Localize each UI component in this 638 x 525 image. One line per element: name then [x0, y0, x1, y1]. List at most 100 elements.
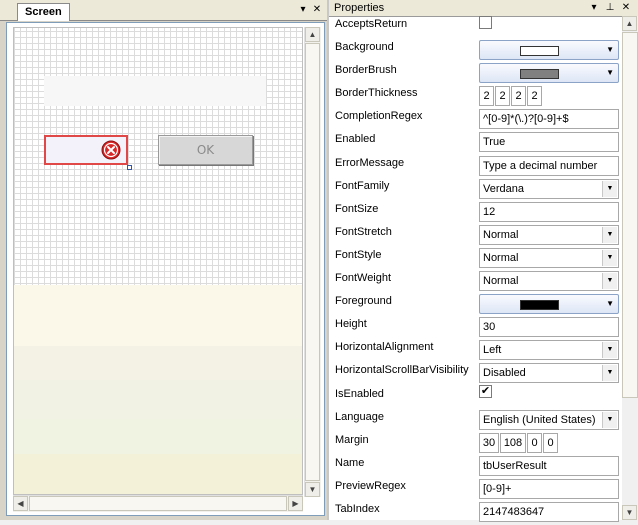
chevron-down-icon[interactable]: ▼ [602, 273, 617, 290]
scroll-down-icon[interactable]: ▼ [622, 505, 637, 520]
enabled-field[interactable]: True [479, 132, 619, 153]
scroll-up-icon[interactable]: ▲ [622, 16, 637, 31]
margin-left-field[interactable]: 30 [479, 432, 499, 453]
margin-bottom-field[interactable]: 0 [543, 432, 558, 453]
margin-top-field[interactable]: 108 [500, 432, 526, 453]
screen-tabstrip: Screen ▾ ✕ [0, 0, 327, 21]
fontstyle-value: Normal [483, 251, 519, 264]
fontweight-value: Normal [483, 275, 519, 288]
acceptsreturn-checkbox[interactable] [479, 16, 492, 29]
property-label: BorderThickness [335, 87, 418, 100]
borderthickness-bottom-field[interactable]: 2 [527, 86, 542, 107]
name-field[interactable]: tbUserResult [479, 455, 619, 476]
borderbrush-color-picker[interactable]: ▼ [479, 63, 619, 84]
borderthickness-right-field[interactable]: 2 [511, 86, 526, 107]
property-label: Enabled [335, 133, 376, 146]
chevron-down-icon: ▼ [606, 45, 614, 55]
horizontalalignment-value: Left [483, 344, 502, 357]
tab-screen[interactable]: Screen [17, 3, 70, 21]
property-row-previewregex: PreviewRegex [0-9]+ [329, 478, 622, 502]
margin-fields: 30 108 0 0 [479, 432, 559, 453]
pin-icon[interactable]: ⊥ [604, 1, 616, 14]
pane-dropdown-icon[interactable]: ▾ [297, 3, 309, 16]
fontstretch-value: Normal [483, 228, 519, 241]
tabindex-field[interactable]: 2147483647 [479, 501, 619, 522]
property-row-borderthickness: BorderThickness 2222 [329, 86, 622, 109]
isenabled-checkbox[interactable]: ✔ [479, 384, 492, 398]
vertical-scroll-thumb[interactable] [305, 43, 320, 481]
foreground-color-picker[interactable]: ▼ [479, 294, 619, 315]
fontstyle-select[interactable]: Normal ▼ [479, 247, 619, 268]
chevron-down-icon[interactable]: ▼ [602, 365, 617, 382]
property-label: FontStyle [335, 248, 382, 261]
fontweight-select[interactable]: Normal ▼ [479, 271, 619, 292]
textbox-placeholder[interactable] [44, 76, 266, 106]
property-label: CompletionRegex [335, 110, 423, 123]
property-label: Name [335, 456, 365, 469]
property-row-fontstyle: FontStyle Normal ▼ [329, 247, 622, 271]
property-grid: AcceptsReturn Background ▼ BorderBrush ▼… [329, 16, 622, 525]
chevron-down-icon[interactable]: ▼ [602, 411, 617, 428]
property-row-borderbrush: BorderBrush ▼ [329, 63, 622, 86]
scroll-down-icon[interactable]: ▼ [305, 482, 320, 497]
checkmark-icon: ✔ [480, 384, 491, 397]
property-row-language: Language English (United States) ▼ [329, 409, 622, 433]
property-label: FontWeight [335, 272, 392, 285]
properties-pane: Properties ▾ ⊥ ✕ AcceptsReturn Backgroun… [327, 0, 638, 522]
property-label: AcceptsReturn [335, 18, 408, 30]
property-row-errormessage: ErrorMessage Type a decimal number [329, 155, 622, 179]
borderthickness-left-field[interactable]: 2 [479, 86, 494, 107]
property-row-tabindex: TabIndex 2147483647 [329, 501, 622, 525]
scroll-left-icon[interactable]: ◀ [13, 496, 28, 511]
chevron-down-icon[interactable]: ▼ [602, 342, 617, 359]
design-canvas[interactable]: OK [13, 27, 303, 495]
resize-handle[interactable] [127, 165, 132, 170]
property-row-completionregex: CompletionRegex ^[0-9]*(\.)?[0-9]+$ [329, 109, 622, 132]
property-row-foreground: Foreground ▼ [329, 294, 622, 317]
scroll-right-icon[interactable]: ▶ [288, 496, 303, 511]
close-icon[interactable]: ✕ [620, 1, 632, 14]
horizontalalignment-select[interactable]: Left ▼ [479, 340, 619, 361]
horizontal-scroll-thumb[interactable] [29, 496, 287, 511]
borderthickness-top-field[interactable]: 2 [495, 86, 510, 107]
property-label: PreviewRegex [335, 479, 406, 492]
fontfamily-value: Verdana [483, 182, 524, 195]
completionregex-field[interactable]: ^[0-9]*(\.)?[0-9]+$ [479, 109, 619, 130]
errormessage-field[interactable]: Type a decimal number [479, 155, 619, 176]
vertical-scrollbar[interactable]: ▲ ▼ [304, 27, 321, 497]
close-icon[interactable]: ✕ [311, 3, 323, 16]
horizontalscrollbarvisibility-select[interactable]: Disabled ▼ [479, 363, 619, 384]
language-select[interactable]: English (United States) ▼ [479, 409, 619, 430]
property-label: FontFamily [335, 179, 390, 192]
previewregex-field[interactable]: [0-9]+ [479, 478, 619, 499]
property-row-name: Name tbUserResult [329, 455, 622, 479]
property-label: ErrorMessage [335, 156, 405, 169]
height-field[interactable]: 30 [479, 317, 619, 338]
color-swatch [520, 46, 559, 57]
pane-dropdown-icon[interactable]: ▾ [588, 1, 600, 14]
property-row-isenabled: IsEnabled ✔ [329, 384, 622, 410]
property-row-acceptsreturn: AcceptsReturn [329, 16, 622, 40]
margin-right-field[interactable]: 0 [527, 432, 542, 453]
fontstretch-select[interactable]: Normal ▼ [479, 224, 619, 245]
background-color-picker[interactable]: ▼ [479, 40, 619, 61]
fontfamily-select[interactable]: Verdana ▼ [479, 178, 619, 199]
scroll-up-icon[interactable]: ▲ [305, 27, 320, 42]
property-row-fontweight: FontWeight Normal ▼ [329, 271, 622, 294]
user-result-textbox[interactable] [44, 135, 128, 165]
color-swatch [520, 69, 559, 80]
property-label: TabIndex [335, 502, 380, 515]
properties-scroll-thumb[interactable] [622, 32, 638, 398]
chevron-down-icon[interactable]: ▼ [602, 226, 617, 243]
chevron-down-icon[interactable]: ▼ [602, 180, 617, 197]
property-label: Margin [335, 433, 369, 446]
property-label: FontSize [335, 202, 379, 215]
property-label: Foreground [335, 295, 392, 308]
horizontal-scrollbar[interactable]: ◀ ▶ [13, 495, 303, 512]
borderthickness-fields: 2222 [479, 86, 543, 107]
ok-button[interactable]: OK [158, 135, 253, 165]
properties-scrollbar[interactable]: ▲ ▼ [622, 16, 638, 520]
chevron-down-icon[interactable]: ▼ [602, 249, 617, 266]
properties-title: Properties [334, 2, 385, 14]
fontsize-field[interactable]: 12 [479, 201, 619, 222]
